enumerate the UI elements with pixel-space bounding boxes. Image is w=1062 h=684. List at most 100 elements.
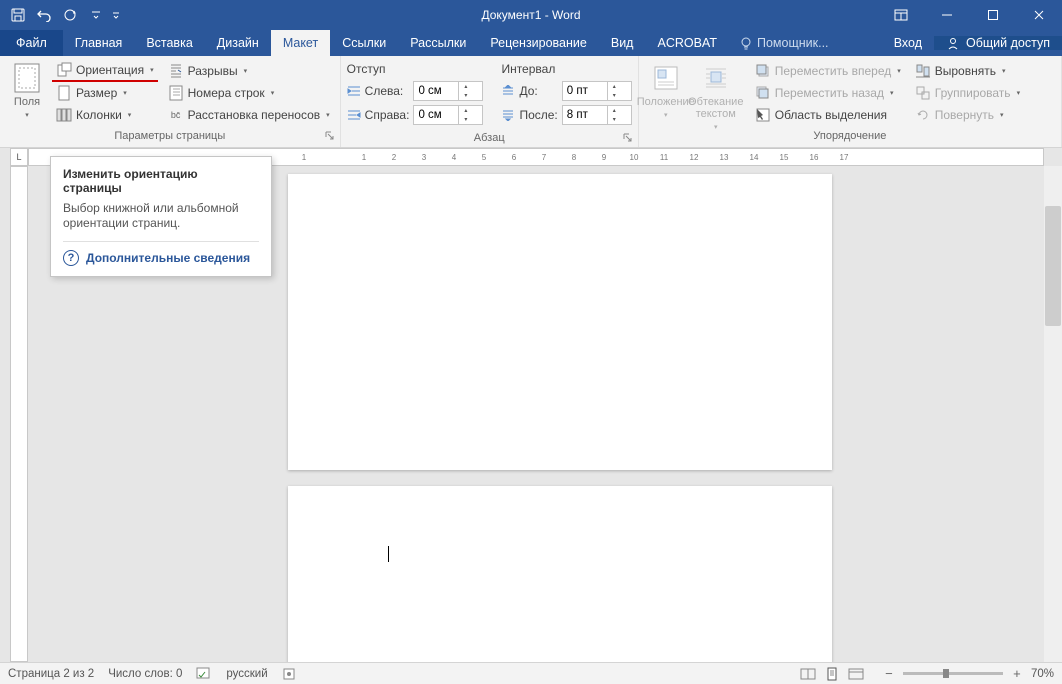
size-label: Размер	[76, 86, 117, 100]
hyphenation-icon: bc̄	[168, 107, 184, 123]
question-icon: ?	[63, 250, 79, 266]
margins-button[interactable]: Поля▾	[6, 60, 48, 122]
orientation-button[interactable]: Ориентация▾	[52, 60, 158, 82]
group-objects-button[interactable]: Группировать▾	[911, 82, 1024, 104]
spacing-after-label: После:	[519, 108, 557, 122]
indent-left-icon	[347, 85, 361, 97]
view-print-layout[interactable]	[821, 665, 843, 683]
qat-customize-button[interactable]	[84, 3, 108, 27]
tab-insert[interactable]: Вставка	[134, 30, 204, 56]
position-icon	[650, 62, 682, 94]
page-setup-launcher[interactable]	[324, 131, 336, 143]
zoom-level[interactable]: 70%	[1031, 668, 1054, 680]
close-button[interactable]	[1016, 0, 1062, 30]
redo-button[interactable]	[58, 3, 82, 27]
indent-right-input[interactable]: ▴▾	[413, 105, 483, 125]
tooltip-body: Выбор книжной или альбомной ориентации с…	[63, 201, 259, 231]
page-2[interactable]	[288, 486, 832, 662]
ruler-tick: 12	[679, 149, 709, 166]
ribbon-display-options-button[interactable]	[878, 0, 924, 30]
tell-me-input[interactable]: Помощник...	[729, 30, 839, 56]
ruler-tick: 11	[649, 149, 679, 166]
orientation-icon	[56, 62, 72, 78]
ruler-tick: 16	[799, 149, 829, 166]
status-spellcheck[interactable]	[196, 667, 212, 681]
status-word-count[interactable]: Число слов: 0	[108, 668, 182, 680]
zoom-controls: − + 70%	[881, 666, 1054, 681]
zoom-out-button[interactable]: −	[881, 666, 897, 681]
qat-more-button[interactable]	[110, 3, 122, 27]
save-button[interactable]	[6, 3, 30, 27]
share-button[interactable]: Общий доступ	[934, 36, 1062, 50]
text-cursor	[388, 546, 389, 562]
bring-forward-icon	[755, 63, 771, 79]
orientation-label: Ориентация	[76, 63, 144, 77]
status-language[interactable]: русский	[226, 668, 267, 680]
undo-button[interactable]	[32, 3, 56, 27]
indent-left-label: Слева:	[365, 84, 410, 98]
breaks-button[interactable]: Разрывы▾	[164, 60, 334, 82]
line-numbers-label: Номера строк	[188, 86, 265, 100]
paragraph-launcher[interactable]	[622, 133, 634, 145]
tab-design[interactable]: Дизайн	[205, 30, 271, 56]
quick-access-toolbar	[0, 3, 122, 27]
group-page-setup: Поля▾ Ориентация▾ Размер▾ Колонки▾	[0, 56, 341, 147]
ruler-tick	[319, 149, 349, 166]
spacing-before-icon	[501, 85, 515, 97]
zoom-slider[interactable]	[903, 672, 1003, 675]
tab-file[interactable]: Файл	[0, 30, 63, 56]
group-objects-label: Группировать	[935, 86, 1011, 100]
hyphenation-button[interactable]: bc̄ Расстановка переносов▾	[164, 104, 334, 126]
rotate-button[interactable]: Повернуть▾	[911, 104, 1024, 126]
zoom-in-button[interactable]: +	[1009, 666, 1025, 681]
minimize-button[interactable]	[924, 0, 970, 30]
indent-right-icon	[347, 109, 361, 121]
view-read-mode[interactable]	[797, 665, 819, 683]
bring-forward-button[interactable]: Переместить вперед▾	[751, 60, 905, 82]
line-numbers-button[interactable]: Номера строк▾	[164, 82, 334, 104]
lightbulb-icon	[739, 36, 753, 50]
ruler-tick: 9	[589, 149, 619, 166]
rotate-icon	[915, 107, 931, 123]
spacing-after-input[interactable]: ▴▾	[562, 105, 632, 125]
window-controls	[878, 0, 1062, 30]
view-web-layout[interactable]	[845, 665, 867, 683]
ruler-tick: 17	[829, 149, 859, 166]
tab-acrobat[interactable]: ACROBAT	[645, 30, 729, 56]
vertical-ruler[interactable]	[10, 166, 28, 662]
ruler-tick: 15	[769, 149, 799, 166]
tab-review[interactable]: Рецензирование	[478, 30, 599, 56]
status-page[interactable]: Страница 2 из 2	[8, 668, 94, 680]
size-button[interactable]: Размер▾	[52, 82, 158, 104]
send-backward-button[interactable]: Переместить назад▾	[751, 82, 905, 104]
tab-mailings[interactable]: Рассылки	[398, 30, 478, 56]
status-macro[interactable]	[282, 667, 296, 681]
tooltip-title: Изменить ориентацию страницы	[63, 167, 259, 195]
vertical-scrollbar[interactable]	[1044, 166, 1062, 662]
maximize-button[interactable]	[970, 0, 1016, 30]
tab-view[interactable]: Вид	[599, 30, 646, 56]
ruler-tick: 1	[289, 149, 319, 166]
tooltip-link-label: Дополнительные сведения	[86, 251, 250, 265]
align-button[interactable]: Выровнять▾	[911, 60, 1024, 82]
ruler-tick: 3	[409, 149, 439, 166]
indent-left-input[interactable]: ▴▾	[413, 81, 483, 101]
align-icon	[915, 63, 931, 79]
spacing-before-input[interactable]: ▴▾	[562, 81, 632, 101]
page-setup-group-label: Параметры страницы	[114, 130, 225, 142]
ruler-tick: 5	[469, 149, 499, 166]
rotate-label: Повернуть	[935, 108, 994, 122]
align-label: Выровнять	[935, 64, 996, 78]
tab-references[interactable]: Ссылки	[330, 30, 398, 56]
tab-layout[interactable]: Макет	[271, 30, 330, 56]
selection-pane-button[interactable]: Область выделения	[751, 104, 905, 126]
signin-button[interactable]: Вход	[882, 36, 934, 50]
tab-selector[interactable]: L	[10, 148, 28, 166]
tab-home[interactable]: Главная	[63, 30, 135, 56]
columns-button[interactable]: Колонки▾	[52, 104, 158, 126]
tooltip-more-link[interactable]: ? Дополнительные сведения	[63, 241, 259, 266]
page-1[interactable]	[288, 174, 832, 470]
scrollbar-thumb[interactable]	[1045, 206, 1061, 326]
spacing-header: Интервал	[501, 62, 631, 76]
orientation-tooltip: Изменить ориентацию страницы Выбор книжн…	[50, 156, 272, 277]
